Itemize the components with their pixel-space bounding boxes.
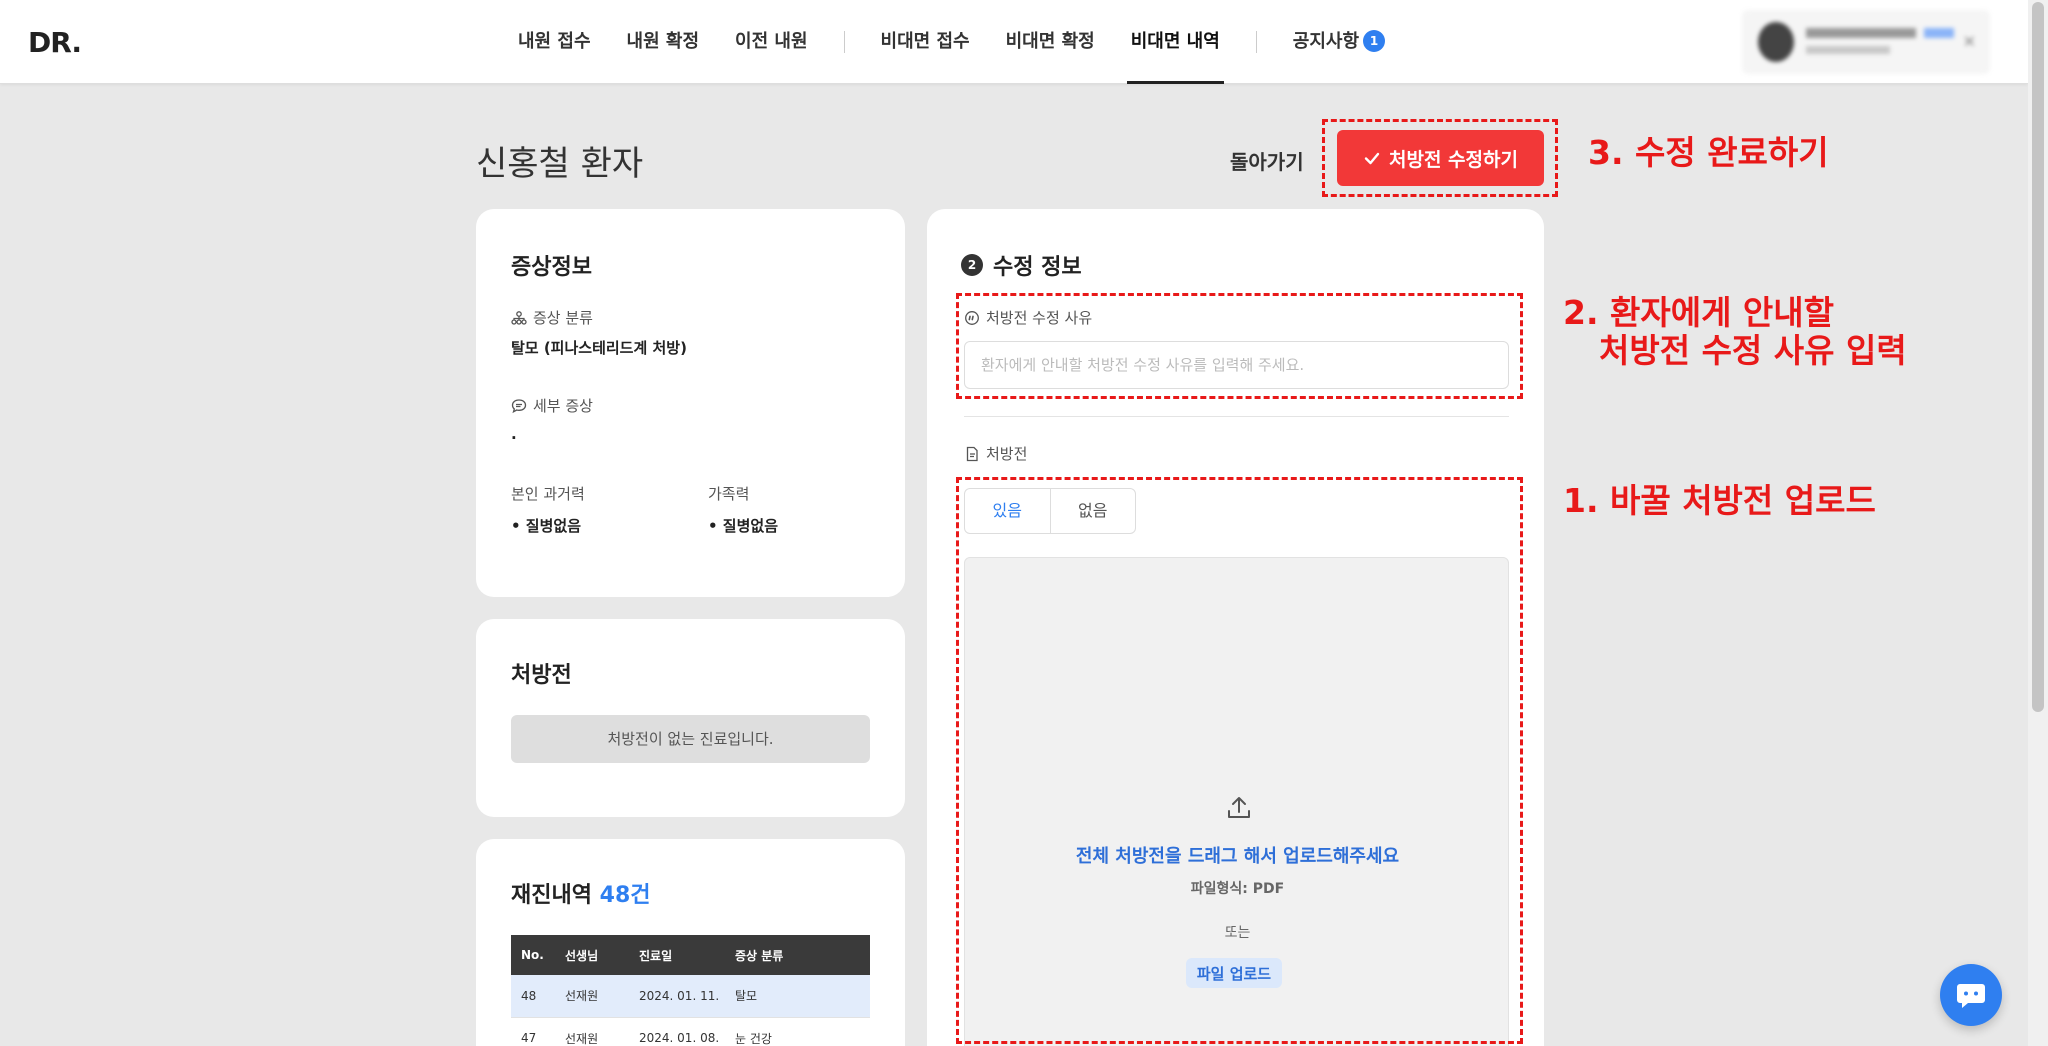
chat-button[interactable] (1940, 964, 2002, 1026)
nav-remote-history[interactable]: 비대면 내역 (1113, 0, 1238, 84)
annotation-step2-line2: 처방전 수정 사유 입력 (1599, 330, 1907, 370)
user-name-redacted (1806, 28, 1916, 38)
nav-visit-reception[interactable]: 내원 접수 (500, 0, 609, 84)
chat-icon (1957, 984, 1985, 1008)
close-icon[interactable]: ✕ (1963, 32, 1976, 51)
cell-no: 47 (511, 1017, 555, 1046)
cell-date: 2024. 01. 08. (629, 1017, 725, 1046)
family-history-label: 가족력 (708, 485, 750, 503)
user-profile-menu[interactable]: ✕ (1742, 10, 1990, 74)
user-meta-redacted (1806, 46, 1890, 54)
hierarchy-icon (511, 310, 527, 325)
col-date: 진료일 (629, 935, 725, 975)
col-category: 증상 분류 (725, 935, 870, 975)
prescription-heading: 처방전 (511, 663, 572, 688)
nav-previous-visits[interactable]: 이전 내원 (717, 0, 826, 84)
logo[interactable]: DR. (28, 26, 82, 59)
annotation-step3: 3. 수정 완료하기 (1588, 133, 1829, 172)
nav-notices[interactable]: 공지사항 1 (1275, 0, 1403, 84)
history-table: No. 선생님 진료일 증상 분류 48 선재원 2024. 01. 11. 탈… (511, 935, 870, 1046)
symptom-category-label: 증상 분류 (511, 307, 593, 328)
col-doctor: 선생님 (555, 935, 629, 975)
rx-label-text: 처방전 (986, 445, 1028, 463)
revisit-history-card: 재진내역 48건 No. 선생님 진료일 증상 분류 48 선재원 2024. … (476, 839, 905, 1046)
cell-no: 48 (511, 975, 555, 1018)
history-heading-text: 재진내역 (511, 883, 592, 908)
prescription-empty-notice: 처방전이 없는 진료입니다. (511, 715, 870, 763)
cell-doctor: 선재원 (555, 1017, 629, 1046)
page-title: 신홍철 환자 (476, 144, 644, 184)
speech-bubble-icon (511, 398, 527, 413)
symptom-detail-label-text: 세부 증상 (533, 397, 593, 415)
document-icon (966, 446, 978, 461)
nav-visit-confirm[interactable]: 내원 확정 (609, 0, 718, 84)
symptom-detail-value: . (511, 425, 517, 443)
cell-category: 탈모 (725, 975, 870, 1018)
cell-category: 눈 건강 (725, 1017, 870, 1046)
symptom-heading: 증상정보 (511, 255, 592, 280)
annotation-box-upload (956, 477, 1523, 1044)
page-scrollbar-thumb[interactable] (2032, 2, 2044, 712)
cell-date: 2024. 01. 11. (629, 975, 725, 1018)
nav-remote-confirm[interactable]: 비대면 확정 (988, 0, 1113, 84)
symptom-info-card: 증상정보 증상 분류 탈모 (피나스테리드계 처방) 세부 증상 . 본인 과거… (476, 209, 905, 597)
main-nav: 내원 접수 내원 확정 이전 내원 비대면 접수 비대면 확정 비대면 내역 공… (500, 0, 1403, 84)
annotation-step2: 2. 환자에게 안내할 처방전 수정 사유 입력 (1563, 294, 1907, 370)
user-role-redacted (1924, 28, 1954, 38)
col-no: No. (511, 935, 555, 975)
history-heading: 재진내역 48건 (511, 877, 651, 909)
nav-divider (843, 31, 845, 53)
annotation-step2-line1: 2. 환자에게 안내할 (1563, 293, 1834, 332)
symptom-category-label-text: 증상 분류 (533, 309, 593, 327)
annotation-box-save (1322, 119, 1558, 197)
annotation-step1: 1. 바꿀 처방전 업로드 (1563, 481, 1876, 520)
nav-notices-label: 공지사항 (1292, 31, 1360, 52)
symptom-category-value: 탈모 (피나스테리드계 처방) (511, 339, 687, 357)
table-row[interactable]: 47 선재원 2024. 01. 08. 눈 건강 (511, 1017, 870, 1046)
section-divider (964, 416, 1509, 417)
table-row[interactable]: 48 선재원 2024. 01. 11. 탈모 (511, 975, 870, 1018)
nav-divider (1255, 31, 1257, 53)
personal-history-label: 본인 과거력 (511, 485, 585, 503)
edit-heading: 2 수정 정보 (961, 249, 1082, 281)
top-navigation-bar: DR. 내원 접수 내원 확정 이전 내원 비대면 접수 비대면 확정 비대면 … (0, 0, 2028, 84)
back-button[interactable]: 돌아가기 (1230, 146, 1304, 175)
edit-heading-text: 수정 정보 (993, 255, 1082, 280)
rx-label: 처방전 (964, 443, 1027, 464)
personal-history-value: • 질병없음 (511, 517, 582, 535)
prescription-card: 처방전 처방전이 없는 진료입니다. (476, 619, 905, 817)
annotation-box-reason (956, 293, 1523, 399)
nav-remote-reception[interactable]: 비대면 접수 (863, 0, 988, 84)
step-number-badge: 2 (961, 254, 983, 276)
notice-count-badge: 1 (1363, 30, 1386, 52)
cell-doctor: 선재원 (555, 975, 629, 1018)
symptom-detail-label: 세부 증상 (511, 395, 593, 416)
history-count: 48건 (599, 883, 651, 908)
family-history-value: • 질병없음 (708, 517, 779, 535)
avatar (1758, 22, 1794, 62)
